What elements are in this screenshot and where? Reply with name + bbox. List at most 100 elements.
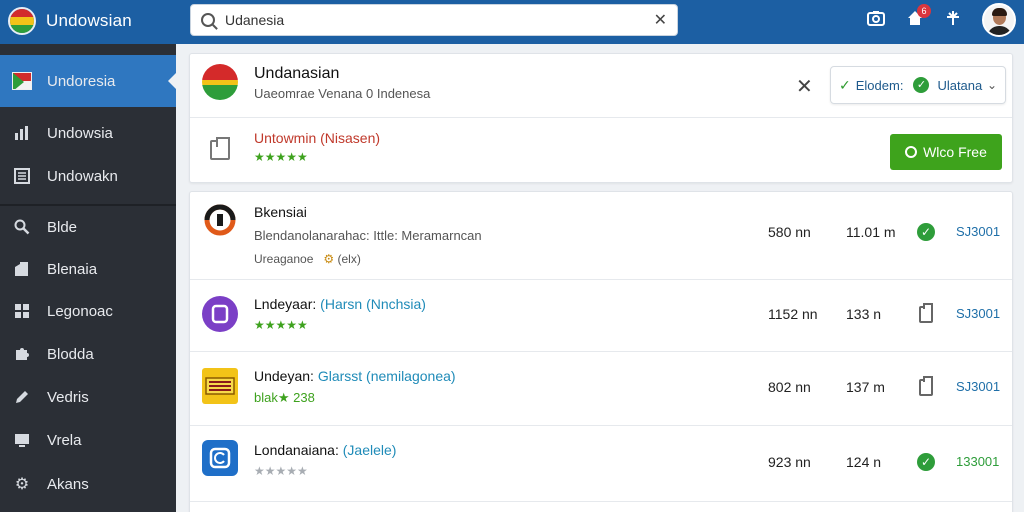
list-item-title: Bkensiai [254, 204, 307, 220]
pin-icon[interactable] [941, 8, 965, 32]
app-logo-icon [202, 440, 238, 476]
list-item[interactable]: Londanaiana: (Jaelele) ★★★★★ 923 nn 124 … [190, 426, 1012, 502]
clipboard-icon [919, 303, 933, 323]
sidebar-item-blde[interactable]: Blde [0, 206, 176, 248]
list-item-title: Undeyan: Glarsst (nemilagonea) [254, 368, 456, 384]
status-value: Ulatana [937, 77, 983, 93]
list-item-meta-tag: (elx) [337, 252, 361, 266]
notification-badge: 6 [917, 4, 931, 18]
list-item-time: 133 n [846, 306, 882, 322]
pencil-icon [12, 387, 32, 407]
sidebar-item-akans[interactable]: ⚙ Akans [0, 463, 176, 505]
list-item-tag[interactable]: (Harsn (Nnchsia) [320, 296, 426, 312]
sidebar-item-undowsia[interactable]: Undowsia [0, 112, 176, 154]
sidebar-item-vedris[interactable]: Vedris [0, 376, 176, 418]
list-item-code[interactable]: SJ3001 [956, 224, 1000, 239]
flag-icon [202, 64, 238, 100]
ring-logo-icon [202, 202, 238, 238]
sidebar-item-label: Blde [47, 218, 78, 236]
top-bar: Undowsian ✕ 6 [0, 0, 1024, 44]
check-circle-icon: ✓ [917, 453, 935, 471]
list-item[interactable]: Lndeyaar: (Harsn (Nnchsia) ★★★★★ 1152 nn… [190, 280, 1012, 352]
sidebar-item-label: Legonoac [47, 302, 113, 320]
gear-icon: ⚙ [14, 476, 30, 493]
camera-icon[interactable] [864, 8, 888, 32]
flag-logo-icon [8, 7, 36, 35]
primary-action-label: Wlco Free [923, 144, 987, 160]
list-item-time: 124 n [846, 454, 882, 470]
detail-subtitle: Uaeomrae Venana 0 Indenesa [254, 86, 431, 101]
list-item-meta-label: Ureaganoe [254, 252, 314, 266]
sidebar-item-undoresia[interactable]: Undoresia [0, 55, 176, 107]
results-list: Bkensiai Blendanolanarahac: Ittle: Meram… [189, 191, 1013, 512]
clipboard-icon [919, 376, 933, 396]
sidebar-item-label: Blenaia [47, 260, 98, 278]
list-item-size: 580 nn [768, 224, 811, 240]
list-item-subtitle: Blendanolanarahac: Ittle: Meramarncan [254, 228, 482, 243]
list-item-size: 802 nn [768, 379, 811, 395]
rating-stars: ★★★★★ [254, 464, 308, 478]
sidebar-item-label: Undowsia [47, 124, 113, 142]
list-item-size: 1152 nn [768, 306, 818, 322]
app-brand[interactable]: Undowsian [8, 6, 132, 36]
search-icon [201, 13, 215, 27]
list-item-code[interactable]: 133001 [956, 454, 999, 469]
clipboard-icon[interactable] [210, 137, 230, 160]
primary-action-button[interactable]: Wlco Free [890, 134, 1002, 170]
check-circle-icon: ✓ [917, 223, 935, 241]
monitor-icon [12, 430, 32, 450]
chart-bar-icon [12, 123, 32, 143]
sidebar-item-undowakn[interactable]: Undowakn [0, 155, 176, 197]
puzzle-icon [12, 344, 32, 364]
grid-icon [12, 301, 32, 321]
detail-header-card: Undanasian Uaeomrae Venana 0 Indenesa ✕ … [189, 53, 1013, 183]
clear-search-icon[interactable]: ✕ [654, 10, 667, 30]
close-icon[interactable]: ✕ [796, 74, 813, 99]
chevron-down-icon: ⌄ [986, 78, 997, 92]
app-logo-icon [202, 368, 238, 404]
building-icon [12, 259, 32, 279]
flag-icon [12, 71, 32, 91]
sidebar-item-blodda[interactable]: Blodda [0, 333, 176, 375]
sidebar-item-label: Akans [47, 475, 89, 493]
sidebar-item-label: Vedris [47, 388, 89, 406]
rating-stars: ★★★★★ [254, 150, 308, 164]
rating-stars: blak★ 238 [254, 390, 315, 405]
app-title: Undowsian [46, 11, 132, 30]
detail-link[interactable]: Untowmin (Nisasen) [254, 130, 380, 146]
sidebar-item-label: Undowakn [47, 167, 118, 185]
user-avatar[interactable] [982, 3, 1016, 37]
check-circle-icon: ✓ [913, 77, 930, 93]
sidebar: Undoresia Undowsia Undowakn Blde Blenaia… [0, 44, 176, 512]
list-item-name: Lndeyaar: [254, 296, 317, 312]
divider [190, 117, 1012, 118]
list-item-name: Undeyan: [254, 368, 314, 384]
list-item-code[interactable]: SJ3001 [956, 306, 1000, 321]
list-item-time: 137 m [846, 379, 885, 395]
list-item-time: 11.01 m [846, 224, 896, 240]
search-bar[interactable]: ✕ [190, 4, 678, 36]
detail-title: Undanasian [254, 65, 340, 82]
list-item-code[interactable]: SJ3001 [956, 379, 1000, 394]
badge-icon: ⚙ [316, 252, 335, 266]
list-item-title: Londanaiana: (Jaelele) [254, 442, 396, 458]
status-dropdown[interactable]: ✓ Elodem: ✓ Ulatana ⌄ [830, 66, 1006, 104]
list-item-tag[interactable]: Glarsst (nemilagonea) [318, 368, 456, 384]
sidebar-item-label: Undoresia [47, 72, 116, 90]
list-item[interactable]: Bkensiai Blendanolanarahac: Ittle: Meram… [190, 192, 1012, 280]
list-item-size: 923 nn [768, 454, 811, 470]
app-logo-icon [202, 296, 238, 332]
sidebar-item-blenaia[interactable]: Blenaia [0, 248, 176, 290]
sidebar-item-label: Vrela [47, 431, 82, 449]
status-label: Elodem: [855, 77, 904, 93]
sidebar-item-vrela[interactable]: Vrela [0, 419, 176, 461]
circle-icon [905, 146, 918, 158]
list-item[interactable]: Undeyan: Glarsst (nemilagonea) blak★ 238… [190, 352, 1012, 426]
list-item-tag[interactable]: (Jaelele) [343, 442, 397, 458]
list-item-name: Londanaiana: [254, 442, 339, 458]
sidebar-item-legonoac[interactable]: Legonoac [0, 290, 176, 332]
sidebar-item-label: Blodda [47, 345, 94, 363]
search-input[interactable] [225, 12, 654, 28]
list-item-title: Lndeyaar: (Harsn (Nnchsia) [254, 296, 426, 312]
calculator-icon [12, 166, 32, 186]
